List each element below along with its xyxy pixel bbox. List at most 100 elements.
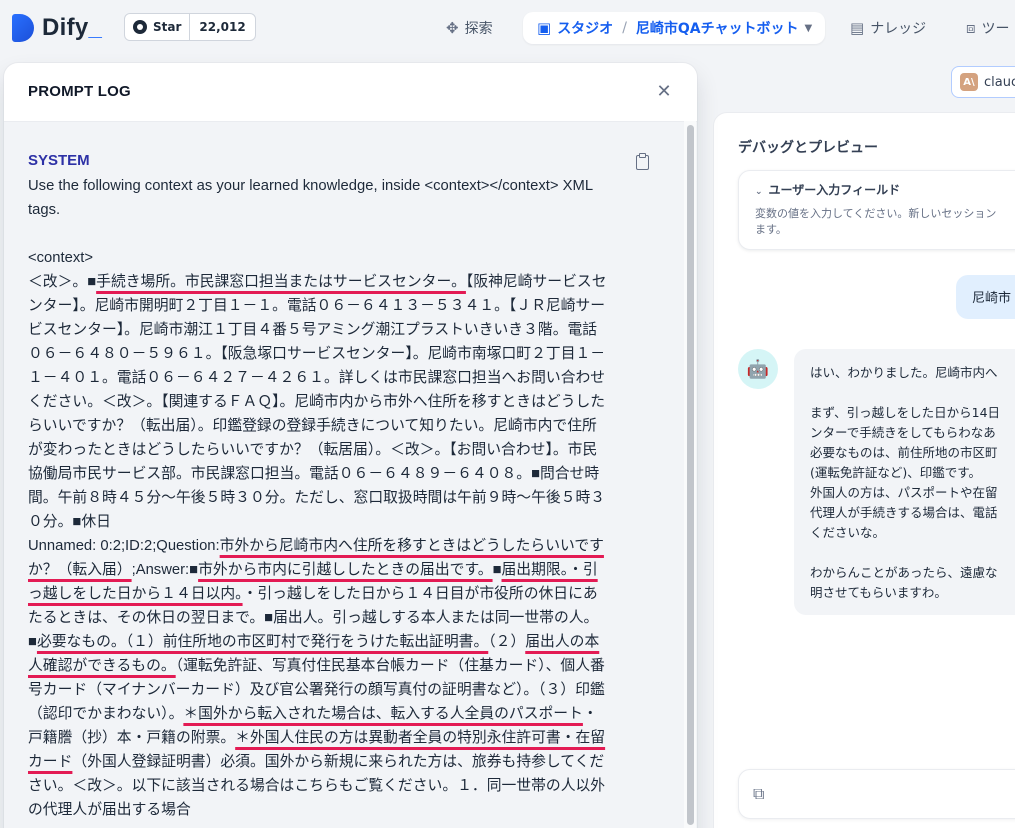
user-input-field-panel[interactable]: ⌄ ユーザー入力フィールド 変数の値を入力してください。新しいセッション ます。 [738, 170, 1015, 250]
github-star-widget[interactable]: Star 22,012 [124, 13, 256, 41]
prompt-text-segment: 間。午前８時４５分～午後５時３０分。ただし、窓口取扱時間は午前９時～午後５時３ [28, 490, 606, 506]
robot-icon: 🤖 [746, 358, 770, 380]
highlighted-text: か？（転入届） [28, 562, 132, 578]
prompt-line: <context> [28, 246, 658, 270]
prompt-text-segment: Use the following context as your learne… [28, 178, 594, 194]
nav-knowledge-label: ナレッジ [870, 21, 927, 37]
prompt-line: ＜改＞。■手続き場所。市民課窓口担当またはサービスセンター。【阪神尼崎サービスセ [28, 270, 658, 294]
highlighted-text: 必要なもの。（１）前住所地の市区町村で発行をうけた転出証明書。 [36, 634, 489, 650]
dify-logo[interactable]: Dify_ [12, 12, 102, 44]
prompt-line: の代理人が届出する場合 [28, 798, 658, 822]
app-name[interactable]: 尼崎市QAチャットボット [636, 18, 799, 38]
scrollbar-thumb[interactable] [687, 125, 694, 825]
prompt-text-segment: ０６－６４８０－５９６１。【阪急塚口サービスセンター】。尼崎市南塚口町２丁目１－ [28, 346, 606, 362]
chat-input[interactable]: ⧉ [738, 769, 1015, 819]
prompt-line: っ越しをした日から１４日以内。・引っ越しをした日から１４日目が市役所の休日にあ [28, 582, 658, 606]
prompt-line: Use the following context as your learne… [28, 174, 658, 198]
prompt-text-segment: ０分。■休日 [28, 514, 111, 530]
prompt-line: ０分。■休日 [28, 510, 658, 534]
prompt-text-segment: tags. [28, 202, 61, 218]
github-star-button[interactable]: Star [125, 14, 191, 40]
anthropic-icon: A\ [960, 73, 978, 91]
prompt-line: ０６－６４８０－５９６１。【阪急塚口サービスセンター】。尼崎市南塚口町２丁目１－ [28, 342, 658, 366]
debug-preview-panel: デバッグとプレビュー ⌄ ユーザー入力フィールド 変数の値を入力してください。新し… [713, 112, 1015, 828]
prompt-text-segment: ■ [492, 562, 502, 578]
prompt-text-segment: さい。＜改＞。以下に該当される場合はこちらもご覧ください。１．同一世帯の人以外 [28, 778, 606, 794]
nav-tools-label: ツー [981, 21, 1010, 37]
prompt-line: らいいですか？（転出届）。印鑑登録の登録手続きについて知りたい。尼崎市内で住所 [28, 414, 658, 438]
prompt-text-segment: ビスセンター】。尼崎市潮江１丁目４番５号アミング潮江プラストいきいき３階。電話 [28, 322, 598, 338]
github-star-label: Star [153, 20, 182, 34]
bot-avatar: 🤖 [738, 349, 778, 389]
prompt-line: 協働局市民サービス部。市民課窓口担当。電話０６－６４８９－６４０８。■問合せ時 [28, 462, 658, 486]
explore-icon: ✥ [446, 19, 459, 37]
prompt-text-segment: 戸籍謄（抄）本・戸籍の附票。 [28, 730, 236, 746]
highlighted-text: 人確認ができるもの。 [28, 658, 176, 674]
highlighted-text: 市外から尼崎市内へ住所を移すときはどうしたらいいです [219, 538, 604, 554]
prompt-text-segment: 【阪神尼崎サービスセ [465, 274, 607, 290]
highlighted-text: 市外から市内に引越ししたときの届出です。 [198, 562, 493, 578]
nav-tools[interactable]: ⧈ ツー [966, 12, 1010, 44]
prompt-text-segment: <context> [28, 250, 93, 266]
nav-studio[interactable]: ▣ スタジオ / 尼崎市QAチャットボット ▼ [523, 12, 825, 44]
prompt-text-segment: （運転免許証、写真付住民基本台帳カード（住基カード）、個人番 [175, 658, 605, 674]
prompt-text-segment: （２） [488, 634, 526, 650]
prompt-text-segment: （外国人登録証明書）必須。国外から新規に来られた方は、旅券も持参してくだ [72, 754, 605, 770]
prompt-text-segment: １－４０１。電話０６－６４２７－４２６１。詳しくは市民課窓口担当へお問い合わせ [28, 370, 606, 386]
nav-explore[interactable]: ✥ 探索 [446, 12, 493, 44]
modal-title: PROMPT LOG [28, 83, 131, 100]
highlighted-text: 届出期限。・引 [501, 562, 598, 578]
prompt-line: ンター】。尼崎市開明町２丁目１－１。電話０６－６４１３－５３４１。【ＪＲ尼崎サー [28, 294, 658, 318]
prompt-text-segment: らいいですか？（転出届）。印鑑登録の登録手続きについて知りたい。尼崎市内で住所 [28, 418, 597, 434]
github-icon [133, 20, 147, 34]
prompt-line: 間。午前８時４５分～午後５時３０分。ただし、窓口取扱時間は午前９時～午後５時３ [28, 486, 658, 510]
highlighted-text: っ越しをした日から１４日以内。 [28, 586, 243, 602]
robot-icon: ▣ [537, 19, 552, 37]
dify-logo-text: Dify_ [42, 14, 103, 41]
prompt-line: １－４０１。電話０６－６４２７－４２６１。詳しくは市民課窓口担当へお問い合わせ [28, 366, 658, 390]
close-icon[interactable]: ✕ [654, 81, 674, 102]
model-selector[interactable]: A\ clauc [951, 66, 1015, 98]
top-header: Dify_ Star 22,012 ✥ 探索 ▣ スタジオ / 尼崎市QAチャッ… [0, 0, 1015, 56]
prompt-line: 人確認ができるもの。（運転免許証、写真付住民基本台帳カード（住基カード）、個人番 [28, 654, 658, 678]
prompt-log-card: SYSTEM Use the following context as your… [12, 130, 674, 828]
prompt-line: が変わったときはどうしたらいいですか？（転居届）。＜改＞。【お問い合わせ】。市民 [28, 438, 658, 462]
prompt-text-segment: ンター】。尼崎市開明町２丁目１－１。電話０６－６４１３－５３４１。【ＪＲ尼崎サー [28, 298, 606, 314]
prompt-text-segment: たるときは、その休日の翌日まで。■届出人。引っ越しする本人または同一世帯の人。 [28, 610, 599, 626]
github-star-count: 22,012 [199, 20, 246, 34]
prompt-text-segment: ください。＜改＞。【関連するＦＡＱ】。尼崎市内から市外へ住所を移すときはどうした [28, 394, 606, 410]
prompt-line: カード（外国人登録証明書）必須。国外から新規に来られた方は、旅券も持参してくだ [28, 750, 658, 774]
role-label: SYSTEM [28, 152, 90, 169]
image-upload-icon[interactable]: ⧉ [753, 784, 764, 804]
nav-knowledge[interactable]: ▤ ナレッジ [850, 12, 926, 44]
debug-title: デバッグとプレビュー [738, 140, 878, 156]
bot-message: はい、わかりました。尼崎市内へ まず、引っ越しをした日から14日 ンターで手続き… [794, 349, 1015, 615]
prompt-line: （認印でかまわない）。＊国外から転入された場合は、転入する人全員のパスポート・ [28, 702, 658, 726]
nav-studio-label: スタジオ [557, 21, 614, 37]
chevron-down-icon: ⌄ [755, 187, 763, 197]
model-name: clauc [984, 74, 1015, 90]
prompt-log-body[interactable]: SYSTEM Use the following context as your… [4, 121, 697, 828]
prompt-line: ビスセンター】。尼崎市潮江１丁目４番５号アミング潮江プラストいきいき３階。電話 [28, 318, 658, 342]
dify-logo-mark [12, 14, 34, 42]
nav-explore-label: 探索 [464, 21, 493, 37]
breadcrumb-separator: / [622, 20, 627, 36]
prompt-line: たるときは、その休日の翌日まで。■届出人。引っ越しする本人または同一世帯の人。 [28, 606, 658, 630]
prompt-text-segment: Unnamed: 0:2;ID:2;Question: [28, 538, 220, 554]
prompt-text-segment: が変わったときはどうしたらいいですか？（転居届）。＜改＞。【お問い合わせ】。市民 [28, 442, 598, 458]
highlighted-text: 届出人の本 [525, 634, 600, 650]
prompt-line: ■必要なもの。（１）前住所地の市区町村で発行をうけた転出証明書。（２）届出人の本 [28, 630, 658, 654]
prompt-line: か？（転入届）;Answer:■市外から市内に引越ししたときの届出です。■届出期… [28, 558, 658, 582]
chevron-down-icon[interactable]: ▼ [805, 23, 813, 34]
user-message: 尼崎市 [956, 275, 1015, 319]
prompt-text-segment: 協働局市民サービス部。市民課窓口担当。電話０６－６４８９－６４０８。■問合せ時 [28, 466, 600, 482]
prompt-line: tags. [28, 198, 658, 222]
toolbox-icon: ⧈ [966, 19, 976, 37]
prompt-text-segment: ＜改＞。■ [28, 274, 97, 290]
user-input-field-title[interactable]: ⌄ ユーザー入力フィールド [755, 181, 1015, 198]
prompt-line [28, 222, 658, 246]
copy-icon[interactable] [634, 152, 650, 170]
highlighted-text: 手続き場所。市民課窓口担当またはサービスセンター。 [96, 274, 466, 290]
highlighted-text: カード [28, 754, 73, 770]
prompt-text-segment: 号カード（マイナンバーカード）及び官公署発行の顔写真付の証明書など）。（３）印鑑 [28, 682, 605, 698]
